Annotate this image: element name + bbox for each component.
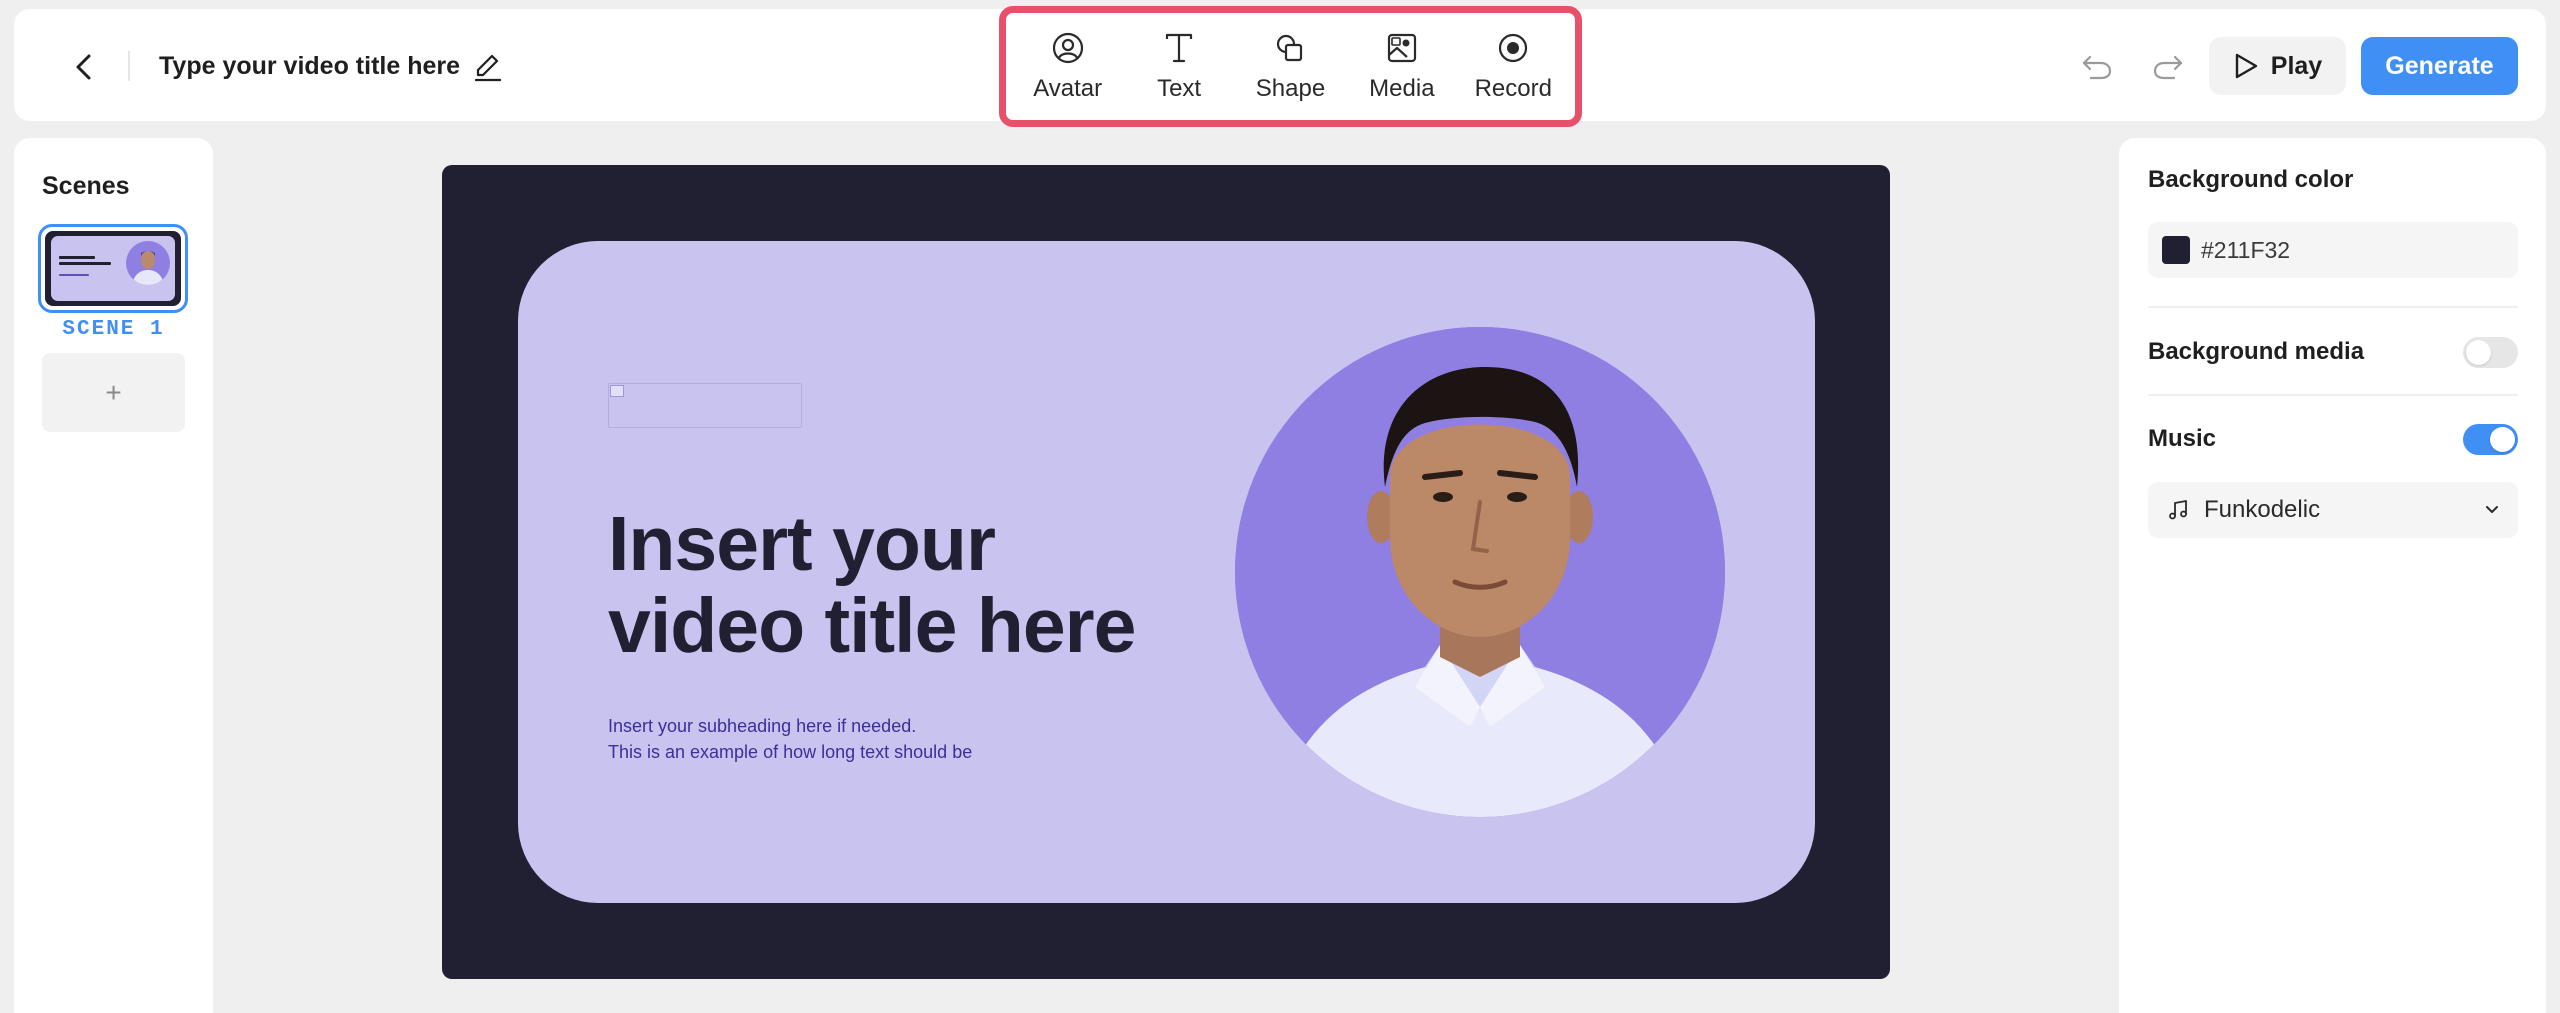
edit-title-button[interactable] [468,47,508,87]
music-track-select[interactable]: Funkodelic [2148,482,2518,538]
broken-image-placeholder[interactable] [608,383,802,428]
background-media-label: Background media [2148,338,2365,365]
toggle-knob [2490,427,2515,452]
tool-label: Avatar [1033,74,1103,102]
play-icon [2235,53,2257,79]
color-swatch[interactable] [2162,236,2190,264]
tool-label: Text [1157,74,1202,102]
divider [2148,394,2518,396]
tool-shape[interactable]: Shape [1240,31,1340,103]
undo-button[interactable] [2075,45,2119,89]
headline-text[interactable]: Insert your video title here [608,501,1136,669]
properties-panel: Background color #211F32 Background medi… [2119,138,2546,1013]
headline-line-2: video title here [608,583,1136,669]
background-color-value: #211F32 [2201,236,2291,263]
tool-text[interactable]: Text [1129,31,1229,103]
music-track-name: Funkodelic [2204,496,2321,523]
thumbnail-avatar [126,241,170,285]
generate-button[interactable]: Generate [2361,37,2518,95]
thumbnail-headline-line [59,262,111,265]
toggle-knob [2466,340,2491,365]
scenes-title: Scenes [42,172,130,200]
back-button[interactable] [64,47,104,87]
subheading-line-1: Insert your subheading here if needed. [608,716,917,736]
thumbnail-headline-line [59,256,95,259]
video-title[interactable]: Type your video title here [159,52,460,81]
add-scene-button[interactable]: + [42,353,185,432]
redo-button[interactable] [2146,45,2190,89]
scene-thumbnail-preview [45,231,181,306]
insert-toolbar: Avatar Text Shape Media Record [999,6,1582,127]
headline-line-1: Insert your [608,501,996,587]
redo-icon [2153,55,2183,80]
chevron-down-icon [2486,506,2498,513]
text-icon [1165,33,1193,62]
record-icon [1499,33,1528,62]
tool-avatar[interactable]: Avatar [1018,31,1118,103]
scene-label: SCENE 1 [62,318,165,341]
content-card[interactable]: Insert your video title here Insert your… [518,241,1815,903]
play-label: Play [2270,51,2323,80]
play-button[interactable]: Play [2209,37,2346,95]
scenes-panel: Scenes SCENE 1 + [14,138,213,1013]
background-media-toggle[interactable] [2463,337,2518,368]
media-icon [1387,33,1416,62]
music-note-icon [2169,500,2187,520]
music-label: Music [2148,425,2217,452]
tool-media[interactable]: Media [1352,31,1452,103]
scene-canvas[interactable]: Insert your video title here Insert your… [442,165,1890,979]
music-toggle[interactable] [2463,424,2518,455]
undo-icon [2082,55,2112,80]
background-color-label: Background color [2148,166,2354,193]
thumbnail-subheading-line [59,274,89,276]
subheading-line-2: This is an example of how long text shou… [608,742,973,762]
shape-icon [1277,34,1303,61]
tool-label: Media [1369,74,1435,102]
avatar-portrait [1235,327,1725,817]
background-color-input[interactable]: #211F32 [2148,222,2518,278]
avatar-presenter[interactable] [1235,327,1725,817]
top-bar: Type your video title here Avatar Text S… [14,6,2546,127]
subheading-text[interactable]: Insert your subheading here if needed. T… [608,713,972,765]
avatar-icon [1052,32,1083,63]
chevron-left-icon [76,54,91,80]
divider [2148,306,2518,308]
pencil-icon [474,54,502,82]
scene-thumbnail-card [51,236,175,301]
scene-thumbnail[interactable] [38,224,188,313]
tool-label: Record [1474,74,1552,102]
divider [128,51,130,81]
tool-label: Shape [1255,74,1326,102]
tool-record[interactable]: Record [1463,31,1563,103]
